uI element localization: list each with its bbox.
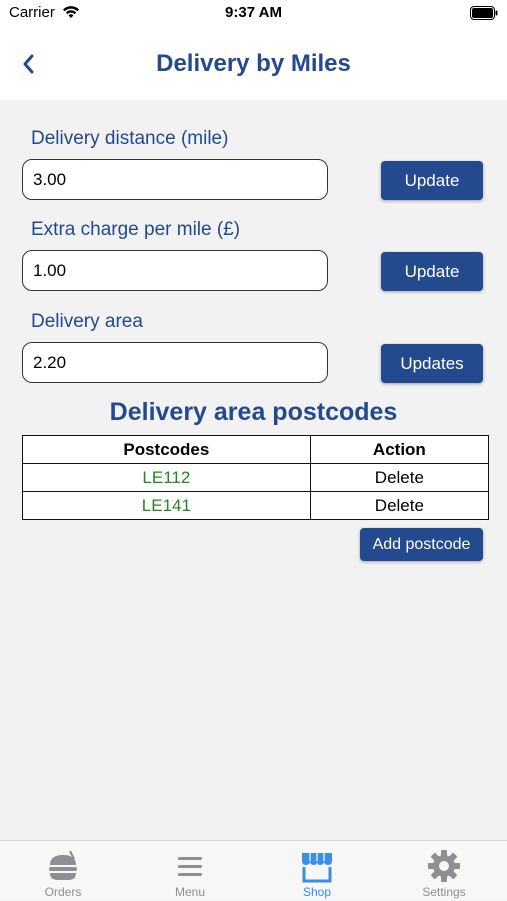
burger-icon [44, 849, 82, 883]
tab-label: Settings [422, 885, 466, 899]
delivery-area-input[interactable] [22, 342, 328, 383]
delete-postcode-button[interactable]: Delete [309, 491, 490, 520]
postcodes-table: Postcodes Action LE112 Delete LE141 Dele… [22, 435, 490, 520]
tab-orders[interactable]: Orders [0, 841, 126, 901]
page-title: Delivery by Miles [156, 50, 351, 77]
postcode-cell: LE141 [22, 491, 311, 520]
status-bar: Carrier 9:37 AM [0, 0, 507, 28]
menu-lines-icon [171, 849, 209, 883]
clock-time: 9:37 AM [225, 4, 282, 21]
tab-menu[interactable]: Menu [127, 841, 253, 901]
column-header-action: Action [309, 435, 490, 464]
tab-label: Orders [44, 885, 82, 899]
delivery-distance-label: Delivery distance (mile) [31, 128, 229, 149]
delivery-area-label: Delivery area [31, 311, 143, 332]
update-area-button[interactable]: Updates [381, 344, 483, 383]
update-distance-button[interactable]: Update [381, 161, 483, 200]
tab-label: Shop [302, 885, 332, 899]
shop-icon [298, 849, 336, 883]
gear-icon [425, 849, 463, 883]
table-row: LE112 Delete [22, 463, 490, 492]
navigation-bar: Delivery by Miles [0, 28, 507, 100]
delete-postcode-button[interactable]: Delete [309, 463, 490, 492]
update-extra-charge-button[interactable]: Update [381, 252, 483, 291]
table-row: LE141 Delete [22, 491, 490, 520]
tab-shop[interactable]: Shop [254, 841, 380, 901]
add-postcode-button[interactable]: Add postcode [360, 528, 483, 561]
battery-icon [470, 6, 498, 25]
table-header-row: Postcodes Action [22, 435, 490, 464]
extra-charge-label: Extra charge per mile (£) [31, 219, 241, 240]
extra-charge-input[interactable] [22, 250, 328, 291]
tab-bar: Orders Menu Shop Settings [0, 840, 507, 900]
column-header-postcodes: Postcodes [22, 435, 311, 464]
delivery-distance-input[interactable] [22, 159, 328, 200]
tab-label: Menu [174, 885, 206, 899]
postcodes-section-title: Delivery area postcodes [109, 398, 398, 426]
postcode-cell: LE112 [22, 463, 311, 492]
tab-settings[interactable]: Settings [381, 841, 507, 901]
